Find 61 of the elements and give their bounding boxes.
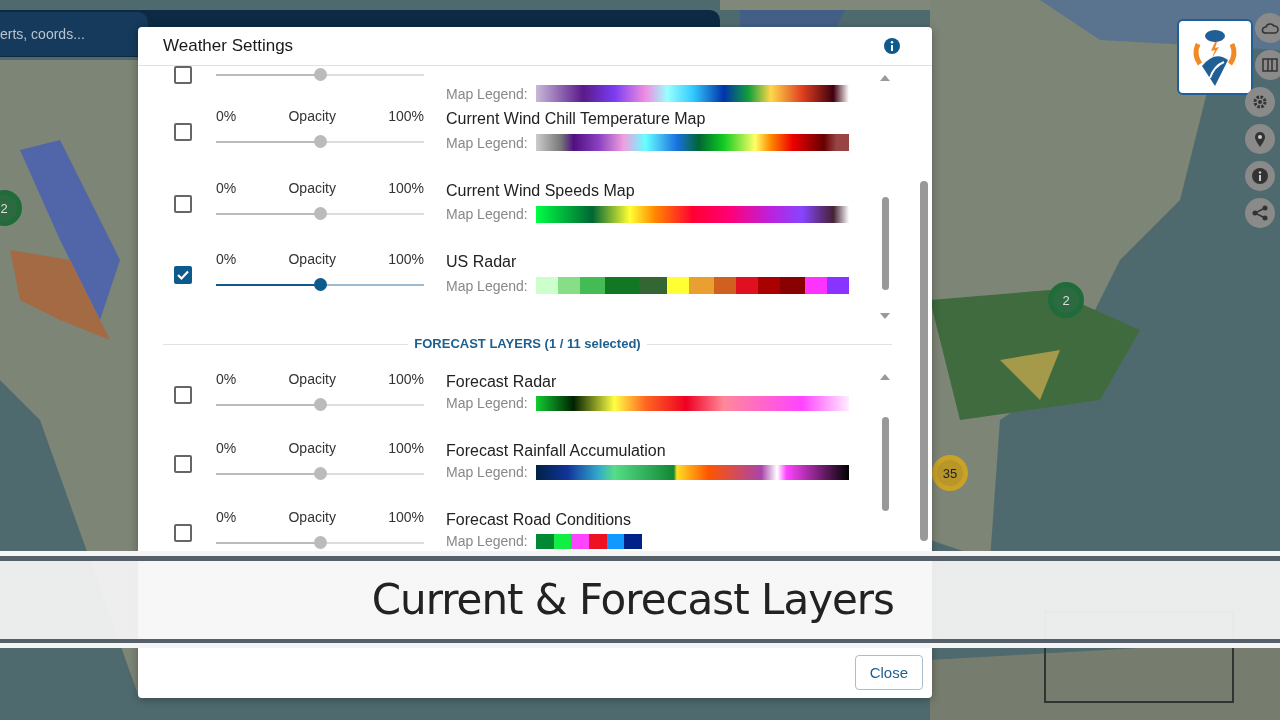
max-label: 100% — [388, 251, 424, 267]
opacity-label: Opacity — [288, 108, 336, 124]
legend-label: Map Legend: — [446, 206, 528, 222]
layer-title: Forecast Radar — [446, 373, 558, 391]
legend-label: Map Legend: — [446, 533, 528, 549]
layer-checkbox[interactable] — [174, 386, 192, 404]
dialog-title: Weather Settings — [163, 36, 294, 56]
opacity-slider[interactable] — [216, 135, 424, 148]
scroll-down-icon[interactable] — [879, 312, 891, 320]
section-heading: FORECAST LAYERS (1 / 11 selected) — [408, 336, 647, 351]
layer-title: Forecast Rainfall Accumulation — [446, 442, 667, 460]
layer-title: US Radar — [446, 253, 518, 271]
legend-label: Map Legend: — [446, 134, 528, 151]
opacity-slider[interactable] — [216, 467, 424, 480]
layer-checkbox[interactable] — [174, 194, 192, 213]
opacity-label: Opacity — [288, 179, 336, 196]
max-label: 100% — [388, 108, 424, 124]
max-label: 100% — [388, 509, 424, 525]
layer-checkbox[interactable] — [174, 266, 192, 284]
min-label: 0% — [216, 440, 237, 456]
legend-label: Map Legend: — [446, 464, 528, 480]
layer-title: Current Wind Chill Temperature Map — [446, 110, 707, 128]
close-button[interactable]: Close — [854, 654, 923, 690]
layer-checkbox[interactable] — [174, 123, 192, 141]
scrollbar[interactable] — [920, 181, 928, 541]
opacity-slider[interactable] — [216, 206, 424, 220]
layer-title: Forecast Road Conditions — [446, 511, 632, 529]
opacity-slider[interactable] — [216, 536, 424, 549]
share-icon — [1251, 204, 1269, 222]
min-label: 0% — [216, 251, 237, 267]
caption-text: Current & Forecast Layers — [371, 575, 894, 624]
opacity-label: Opacity — [288, 440, 336, 456]
max-label: 100% — [388, 371, 424, 387]
opacity-label: Opacity — [288, 371, 336, 387]
layer-checkbox[interactable] — [174, 524, 192, 542]
scrollbar-thumb[interactable] — [881, 197, 889, 291]
info-icon — [1251, 167, 1269, 185]
search-field[interactable]: erts, coords... — [0, 12, 148, 56]
opacity-label: Opacity — [288, 509, 336, 525]
scroll-up-icon[interactable] — [879, 373, 891, 381]
settings-icon — [1251, 93, 1269, 111]
min-label: 0% — [216, 179, 237, 196]
min-label: 0% — [216, 108, 237, 124]
layer-title: Current Wind Speeds Map — [446, 181, 636, 200]
opacity-slider[interactable] — [216, 278, 424, 291]
legend-label: Map Legend: — [446, 85, 528, 102]
legend-label: Map Legend: — [446, 277, 528, 294]
legend-label: Map Legend: — [446, 395, 528, 411]
columns-icon — [1261, 56, 1279, 74]
info-icon[interactable] — [883, 37, 901, 55]
opacity-slider[interactable] — [216, 68, 424, 81]
opacity-slider[interactable] — [216, 398, 424, 411]
max-label: 100% — [388, 179, 424, 196]
layer-checkbox[interactable] — [174, 455, 192, 473]
max-label: 100% — [388, 440, 424, 456]
scrollbar-thumb[interactable] — [881, 416, 889, 512]
min-label: 0% — [216, 509, 237, 525]
layer-checkbox[interactable] — [174, 66, 192, 84]
min-label: 0% — [216, 371, 237, 387]
scroll-up-icon[interactable] — [879, 74, 891, 82]
opacity-label: Opacity — [288, 251, 336, 267]
